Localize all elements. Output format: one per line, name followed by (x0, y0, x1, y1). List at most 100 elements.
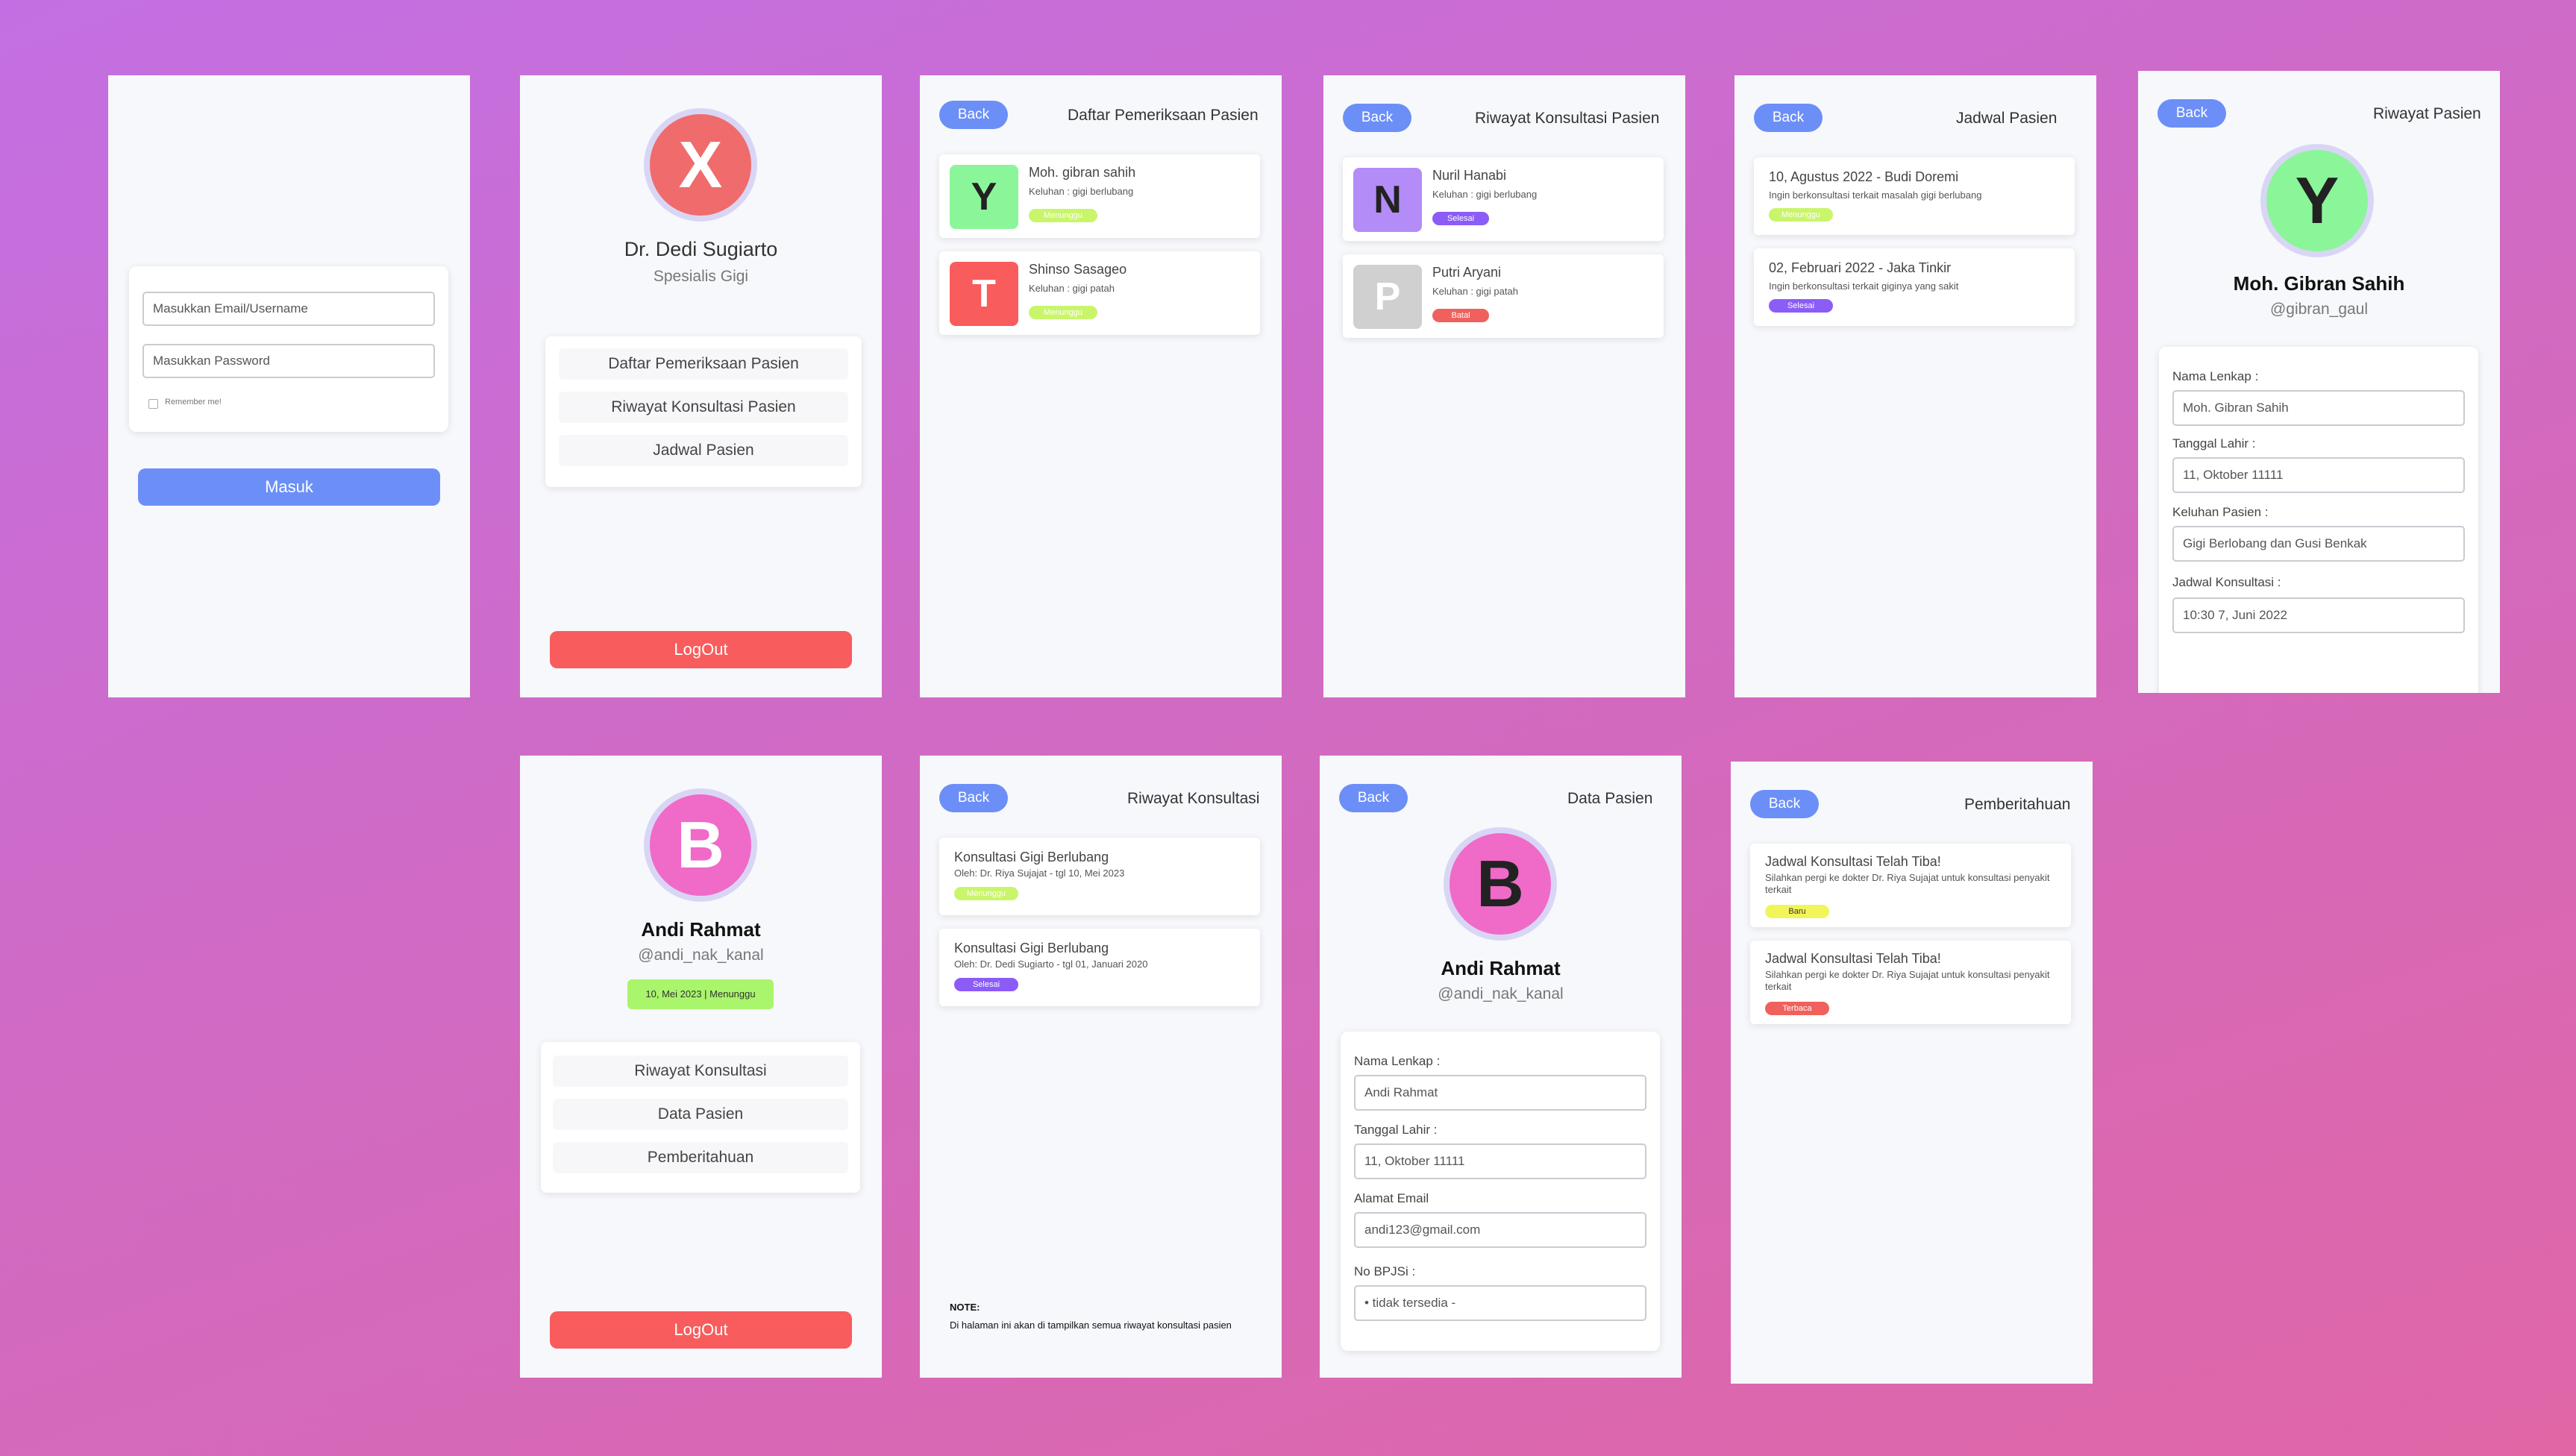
avatar: B (644, 788, 757, 902)
doctor-role: Spesialis Gigi (653, 268, 749, 285)
patient-complaint: Keluhan : gigi patah (1029, 283, 1115, 294)
list-item[interactable]: Konsultasi Gigi Berlubang Oleh: Dr. Riya… (939, 838, 1260, 915)
consult-desc: Oleh: Dr. Riya Sujajat - tgl 10, Mei 202… (954, 867, 1125, 879)
patient-complaint: Keluhan : gigi berlubang (1029, 186, 1134, 197)
status-badge: Selesai (1769, 299, 1833, 313)
status-badge: Baru (1765, 905, 1829, 918)
back-button[interactable]: Back (2157, 99, 2226, 128)
page-title: Riwayat Pasien (2373, 105, 2481, 122)
field-label: Nama Lenkap : (2172, 369, 2259, 383)
status-badge: Selesai (1432, 212, 1489, 225)
list-item[interactable]: T Shinso Sasageo Keluhan : gigi patah Me… (939, 251, 1260, 335)
field-label: Tanggal Lahir : (1354, 1123, 1438, 1137)
list-item[interactable]: Jadwal Konsultasi Telah Tiba! Silahkan p… (1750, 844, 2071, 927)
back-button[interactable]: Back (939, 101, 1008, 129)
email-field[interactable]: andi123@gmail.com (1354, 1212, 1646, 1248)
menu-item-daftar-pemeriksaan[interactable]: Daftar Pemeriksaan Pasien (559, 348, 848, 380)
avatar: B (1444, 827, 1557, 941)
consult-history-screen: Back Riwayat Konsultasi Pasien N Nuril H… (1323, 75, 1685, 697)
schedule-title: 10, Agustus 2022 - Budi Doremi (1769, 169, 1959, 184)
back-button[interactable]: Back (1750, 790, 1819, 818)
logout-button[interactable]: LogOut (550, 631, 852, 668)
field-label: Alamat Email (1354, 1191, 1429, 1205)
consult-title: Konsultasi Gigi Berlubang (954, 850, 1109, 865)
password-field[interactable]: Masukkan Password (142, 344, 435, 378)
patient-data-screen: Back Data Pasien B Andi Rahmat @andi_nak… (1320, 756, 1682, 1378)
birthdate-field[interactable]: 11, Oktober 11111 (1354, 1143, 1646, 1179)
schedule-field[interactable]: 10:30 7, Juni 2022 (2172, 597, 2465, 633)
remember-checkbox[interactable] (148, 399, 158, 409)
logout-button[interactable]: LogOut (550, 1311, 852, 1349)
list-item[interactable]: Y Moh. gibran sahih Keluhan : gigi berlu… (939, 154, 1260, 238)
notification-desc: Silahkan pergi ke dokter Dr. Riya Sujaja… (1765, 872, 2050, 895)
field-label: Nama Lenkap : (1354, 1054, 1441, 1068)
patient-home-screen: B Andi Rahmat @andi_nak_kanal 10, Mei 20… (520, 756, 882, 1378)
patient-detail-card: Nama Lenkap : Andi Rahmat Tanggal Lahir … (1341, 1032, 1660, 1351)
list-item[interactable]: P Putri Aryani Keluhan : gigi patah Bata… (1343, 254, 1664, 338)
status-badge: Menunggu (1029, 209, 1097, 222)
page-title: Data Pasien (1567, 790, 1653, 807)
patient-handle: @gibran_gaul (2269, 301, 2369, 318)
avatar: Y (2260, 144, 2374, 257)
patient-name: Andi Rahmat (1441, 957, 1561, 979)
list-item[interactable]: 02, Februari 2022 - Jaka Tinkir Ingin be… (1754, 248, 2075, 326)
status-badge: Selesai (954, 978, 1018, 991)
menu-item-jadwal-pasien[interactable]: Jadwal Pasien (559, 435, 848, 466)
schedule-desc: Ingin berkonsultasi terkait giginya yang… (1769, 280, 1959, 292)
doctor-name: Dr. Dedi Sugiarto (624, 238, 778, 260)
patient-detail-card: Nama Lenkap : Moh. Gibran Sahih Tanggal … (2159, 347, 2478, 693)
patient-handle: @andi_nak_kanal (638, 947, 764, 964)
full-name-field[interactable]: Moh. Gibran Sahih (2172, 390, 2465, 426)
consult-desc: Oleh: Dr. Dedi Sugiarto - tgl 01, Januar… (954, 958, 1148, 970)
page-title: Pemberitahuan (1964, 796, 2071, 813)
page-title: Jadwal Pasien (1956, 110, 2058, 127)
menu-item-pemberitahuan[interactable]: Pemberitahuan (553, 1142, 848, 1173)
field-label: Tanggal Lahir : (2172, 436, 2256, 451)
patient-initial: P (1353, 265, 1422, 329)
schedule-title: 02, Februari 2022 - Jaka Tinkir (1769, 260, 1952, 275)
back-button[interactable]: Back (1339, 784, 1408, 812)
patient-menu: Riwayat Konsultasi Data Pasien Pemberita… (541, 1042, 860, 1193)
status-badge: Menunggu (1769, 208, 1833, 222)
page-title: Riwayat Konsultasi Pasien (1475, 110, 1660, 127)
list-item[interactable]: N Nuril Hanabi Keluhan : gigi berlubang … (1343, 157, 1664, 241)
schedule-screen: Back Jadwal Pasien 10, Agustus 2022 - Bu… (1734, 75, 2096, 697)
patient-history-screen: Back Riwayat Pasien Y Moh. Gibran Sahih … (2138, 71, 2500, 693)
patient-consult-screen: Back Riwayat Konsultasi Konsultasi Gigi … (920, 756, 1282, 1378)
notifications-screen: Back Pemberitahuan Jadwal Konsultasi Tel… (1731, 762, 2093, 1384)
complaint-field[interactable]: Gigi Berlobang dan Gusi Benkak (2172, 526, 2465, 562)
bpjs-field[interactable]: • tidak tersedia - (1354, 1285, 1646, 1321)
menu-item-riwayat-konsultasi[interactable]: Riwayat Konsultasi (553, 1055, 848, 1087)
email-field[interactable]: Masukkan Email/Username (142, 292, 435, 326)
back-button[interactable]: Back (1343, 104, 1411, 132)
menu-item-riwayat-konsultasi[interactable]: Riwayat Konsultasi Pasien (559, 392, 848, 423)
patient-name: Moh. Gibran Sahih (2233, 272, 2405, 295)
patient-name: Putri Aryani (1432, 265, 1502, 280)
status-pill: 10, Mei 2023 | Menunggu (627, 979, 774, 1009)
patient-name: Andi Rahmat (641, 918, 761, 941)
status-badge: Terbaca (1765, 1002, 1829, 1015)
patient-name: Nuril Hanabi (1432, 168, 1507, 183)
field-label: Keluhan Pasien : (2172, 505, 2269, 519)
login-screen: Masukkan Email/Username Masukkan Passwor… (108, 75, 470, 697)
list-item[interactable]: Jadwal Konsultasi Telah Tiba! Silahkan p… (1750, 941, 2071, 1024)
login-button[interactable]: Masuk (138, 468, 440, 506)
menu-item-data-pasien[interactable]: Data Pasien (553, 1099, 848, 1130)
page-title: Daftar Pemeriksaan Pasien (1068, 107, 1259, 124)
avatar: X (644, 108, 757, 222)
schedule-desc: Ingin berkonsultasi terkait masalah gigi… (1769, 189, 1982, 201)
full-name-field[interactable]: Andi Rahmat (1354, 1075, 1646, 1111)
list-item[interactable]: Konsultasi Gigi Berlubang Oleh: Dr. Dedi… (939, 929, 1260, 1006)
back-button[interactable]: Back (1754, 104, 1823, 132)
back-button[interactable]: Back (939, 784, 1008, 812)
birthdate-field[interactable]: 11, Oktober 11111 (2172, 457, 2465, 493)
patient-handle: @andi_nak_kanal (1438, 985, 1564, 1002)
patient-complaint: Keluhan : gigi patah (1432, 286, 1518, 297)
status-badge: Batal (1432, 309, 1489, 322)
patient-initial: N (1353, 168, 1422, 232)
patient-initial: Y (950, 165, 1018, 229)
exam-list-screen: Back Daftar Pemeriksaan Pasien Y Moh. gi… (920, 75, 1282, 697)
list-item[interactable]: 10, Agustus 2022 - Budi Doremi Ingin ber… (1754, 157, 2075, 235)
remember-label: Remember me! (165, 398, 222, 407)
status-badge: Menunggu (1029, 306, 1097, 319)
